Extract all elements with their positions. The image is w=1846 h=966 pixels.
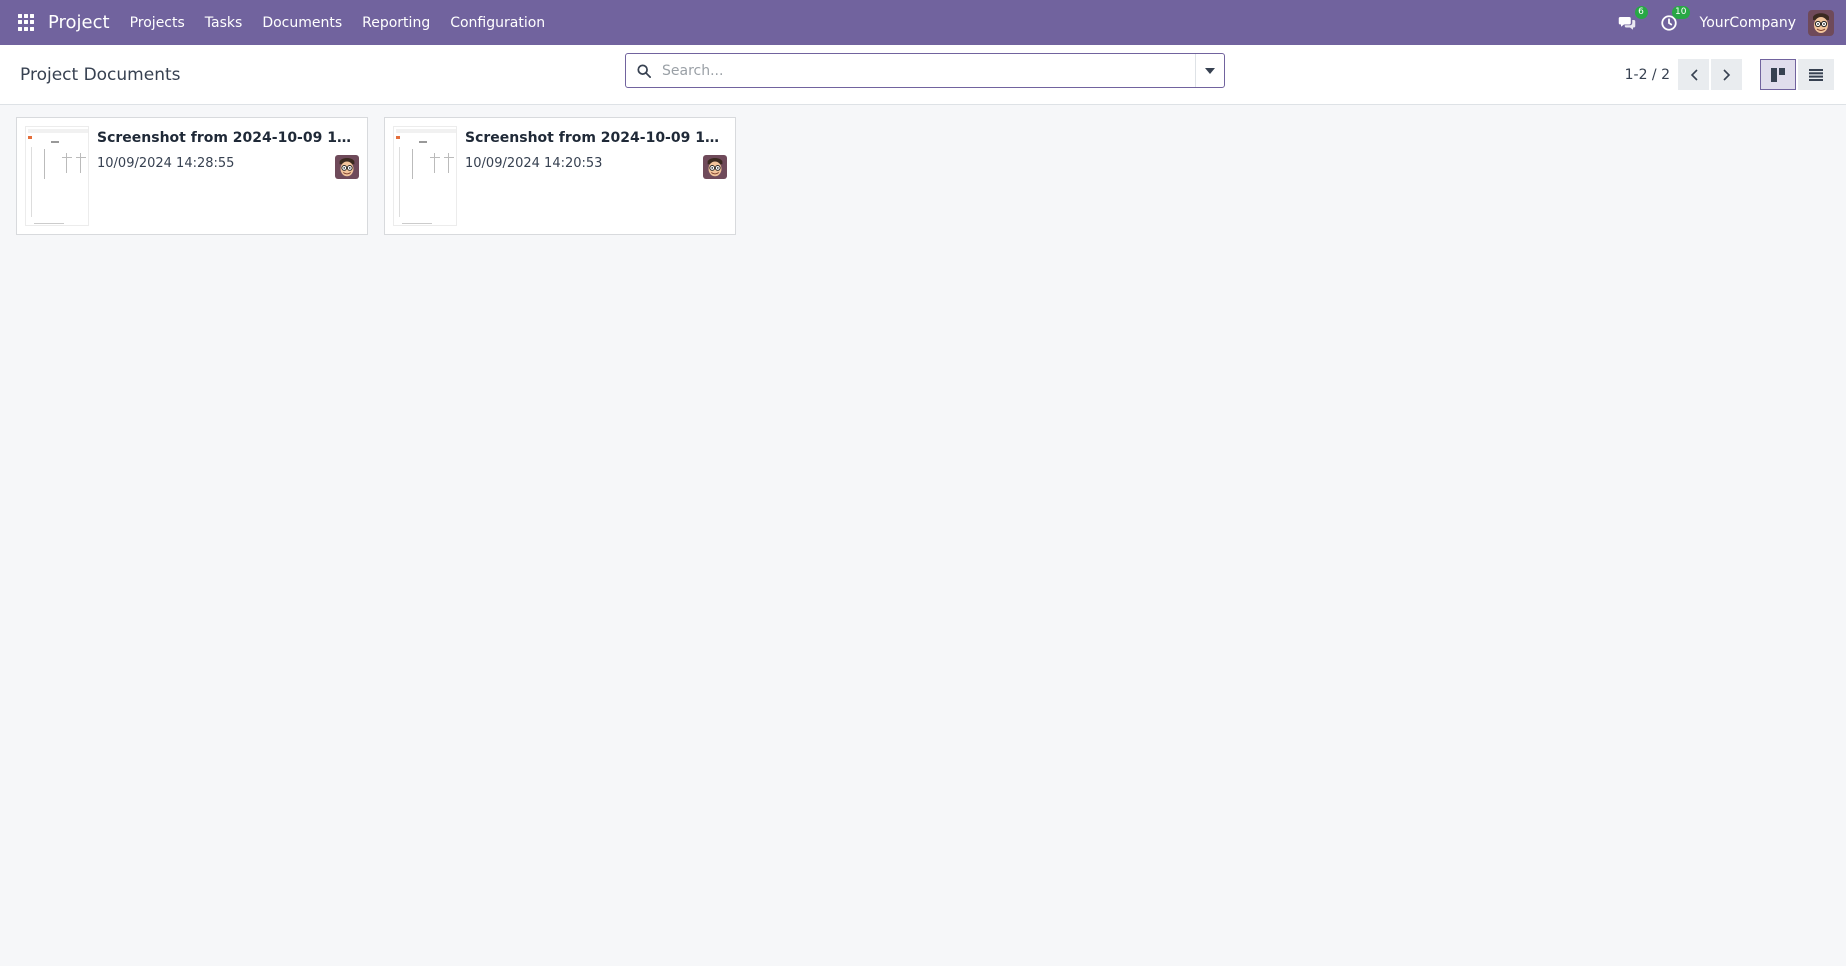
page-title: Project Documents bbox=[20, 64, 181, 85]
pager-previous-button[interactable] bbox=[1678, 59, 1709, 90]
list-view-button[interactable] bbox=[1798, 59, 1834, 90]
list-view-icon bbox=[1809, 68, 1823, 81]
caret-down-icon bbox=[1205, 67, 1215, 74]
search-input[interactable] bbox=[662, 54, 1195, 87]
menu-item-projects[interactable]: Projects bbox=[130, 15, 185, 31]
chevron-right-icon bbox=[1722, 68, 1730, 81]
kanban-view-icon bbox=[1771, 67, 1785, 82]
company-switcher[interactable]: YourCompany bbox=[1700, 15, 1797, 31]
pager-next-button[interactable] bbox=[1711, 59, 1742, 90]
main-menu: Projects Tasks Documents Reporting Confi… bbox=[130, 15, 566, 31]
menu-item-reporting[interactable]: Reporting bbox=[362, 15, 430, 31]
apps-grid-icon[interactable] bbox=[18, 13, 36, 32]
kanban-view-button[interactable] bbox=[1760, 59, 1796, 90]
document-owner-avatar bbox=[335, 155, 359, 179]
messages-button[interactable]: 6 bbox=[1616, 5, 1648, 34]
menu-item-configuration[interactable]: Configuration bbox=[450, 15, 545, 31]
search-options-toggle[interactable] bbox=[1195, 54, 1224, 87]
document-date: 10/09/2024 14:28:55 bbox=[97, 156, 235, 171]
chat-bubbles-icon bbox=[1618, 16, 1635, 30]
control-panel: Project Documents 1-2 / 2 bbox=[0, 45, 1846, 105]
search-bar bbox=[625, 53, 1225, 88]
kanban-view: Screenshot from 2024-10-09 12-44... 10/0… bbox=[0, 105, 1846, 247]
document-owner-avatar bbox=[703, 155, 727, 179]
search-icon bbox=[626, 63, 662, 78]
document-title: Screenshot from 2024-10-09 12-44... bbox=[97, 130, 359, 146]
user-avatar[interactable] bbox=[1808, 9, 1834, 36]
control-panel-right: 1-2 / 2 bbox=[1625, 59, 1834, 90]
top-navbar: Project Projects Tasks Documents Reporti… bbox=[0, 0, 1846, 45]
messages-counter: 6 bbox=[1634, 5, 1648, 19]
menu-item-documents[interactable]: Documents bbox=[262, 15, 342, 31]
systray: 6 10 YourCompany bbox=[1616, 5, 1834, 36]
document-card[interactable]: Screenshot from 2024-10-09 12-44... 10/0… bbox=[384, 117, 736, 235]
chevron-left-icon bbox=[1690, 68, 1698, 81]
pager-value[interactable]: 1-2 / 2 bbox=[1625, 67, 1670, 83]
app-title[interactable]: Project bbox=[48, 12, 110, 33]
activities-button[interactable]: 10 bbox=[1658, 5, 1690, 34]
document-thumbnail bbox=[25, 126, 89, 226]
document-card[interactable]: Screenshot from 2024-10-09 12-44... 10/0… bbox=[16, 117, 368, 235]
document-date: 10/09/2024 14:20:53 bbox=[465, 156, 603, 171]
document-thumbnail bbox=[393, 126, 457, 226]
activities-counter: 10 bbox=[1672, 5, 1690, 19]
menu-item-tasks[interactable]: Tasks bbox=[205, 15, 243, 31]
view-switcher bbox=[1760, 59, 1834, 90]
document-title: Screenshot from 2024-10-09 12-44... bbox=[465, 130, 727, 146]
